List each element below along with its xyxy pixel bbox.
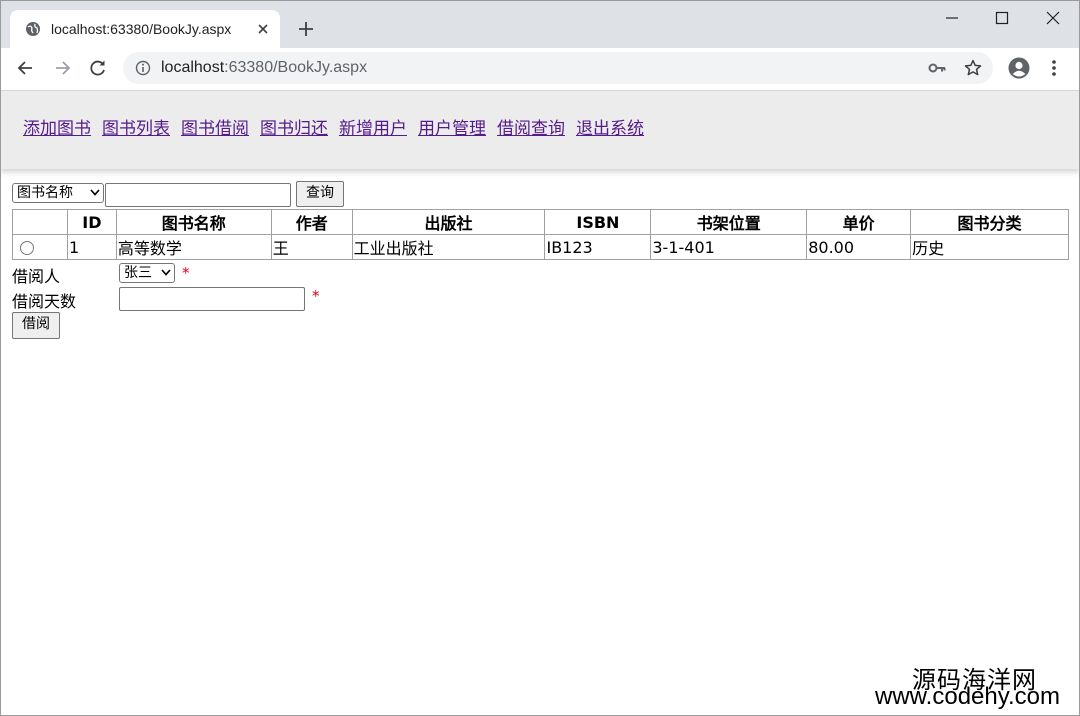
borrower-label: 借阅人 [12,267,61,286]
borrower-select[interactable]: 张三 [119,263,175,283]
forward-arrow-icon[interactable] [52,58,72,78]
nav-links: 添加图书 图书列表 图书借阅 图书归还 新增用户 用户管理 借阅查询 退出系统 [23,114,644,139]
top-nav-bar: 添加图书 图书列表 图书借阅 图书归还 新增用户 用户管理 借阅查询 退出系统 [0,91,1080,169]
column-header-category: 图书分类 [910,209,1069,235]
browser-toolbar: localhost:63380/BookJy.aspx [0,48,1080,91]
globe-icon [26,22,40,36]
window-close-icon[interactable] [1045,10,1061,26]
watermark-url: www.codehy.com [875,683,1060,710]
cell-shelf: 3-1-401 [650,234,808,260]
column-header-shelf: 书架位置 [650,209,808,235]
profile-icon[interactable] [1008,57,1030,79]
column-header-author: 作者 [270,209,353,235]
url-text: localhost:63380/BookJy.aspx [161,59,367,77]
cell-price: 80.00 [806,234,912,260]
nav-link-borrow-query[interactable]: 借阅查询 [497,114,565,139]
plus-icon[interactable] [297,20,315,38]
cell-isbn: IB123 [544,234,652,260]
url-host: localhost [161,59,225,76]
column-header-name: 图书名称 [115,209,272,235]
cell-publisher: 工业出版社 [351,234,546,260]
borrow-days-label: 借阅天数 [12,292,77,311]
minimize-icon[interactable] [944,10,960,26]
borrower-value: 张三 [124,265,152,281]
column-header-isbn: ISBN [544,209,652,235]
browser-tab[interactable]: localhost:63380/BookJy.aspx [10,10,280,48]
tab-title: localhost:63380/BookJy.aspx [51,21,232,37]
key-icon[interactable] [928,60,946,76]
column-header-id: ID [66,209,117,235]
column-header-price: 单价 [806,209,912,235]
search-field-value: 图书名称 [17,185,73,201]
required-mark: * [182,264,190,282]
required-mark: * [312,287,320,305]
tab-strip: localhost:63380/BookJy.aspx [0,0,1080,48]
nav-link-add-user[interactable]: 新增用户 [339,114,407,139]
table-header-row: ID 图书名称 作者 出版社 ISBN 书架位置 单价 图书分类 [12,209,1069,235]
table-row: 1 高等数学 王 工业出版社 IB123 3-1-401 80.00 历史 [12,234,1069,260]
chevron-down-icon [90,189,100,196]
borrow-button[interactable]: 借阅 [12,312,60,339]
url-path: :63380/BookJy.aspx [224,59,368,76]
cell-category: 历史 [910,234,1069,260]
close-icon[interactable] [256,22,270,36]
chevron-down-icon [161,269,171,276]
cell-name: 高等数学 [115,234,272,260]
maximize-icon[interactable] [994,10,1010,26]
info-icon[interactable] [135,60,151,76]
reload-icon[interactable] [88,58,108,78]
star-icon[interactable] [964,59,982,77]
borrow-days-input[interactable] [119,287,305,311]
cell-author: 王 [270,234,353,260]
nav-link-borrow-book[interactable]: 图书借阅 [181,114,249,139]
column-header-select [12,209,68,235]
back-arrow-icon[interactable] [16,58,36,78]
nav-link-add-book[interactable]: 添加图书 [23,114,91,139]
query-button[interactable]: 查询 [296,181,344,207]
nav-link-book-list[interactable]: 图书列表 [102,114,170,139]
search-input[interactable] [105,183,291,207]
address-bar[interactable]: localhost:63380/BookJy.aspx [123,52,993,84]
search-field-select[interactable]: 图书名称 [12,183,104,203]
nav-link-logout[interactable]: 退出系统 [576,114,644,139]
column-header-publisher: 出版社 [351,209,546,235]
menu-kebab-icon[interactable] [1046,58,1062,78]
row-select-cell [12,234,68,260]
cell-id: 1 [66,234,117,260]
book-table: ID 图书名称 作者 出版社 ISBN 书架位置 单价 图书分类 1 高等数学 … [12,209,1069,260]
nav-link-return-book[interactable]: 图书归还 [260,114,328,139]
nav-link-user-management[interactable]: 用户管理 [418,114,486,139]
row-select-radio[interactable] [20,241,34,255]
